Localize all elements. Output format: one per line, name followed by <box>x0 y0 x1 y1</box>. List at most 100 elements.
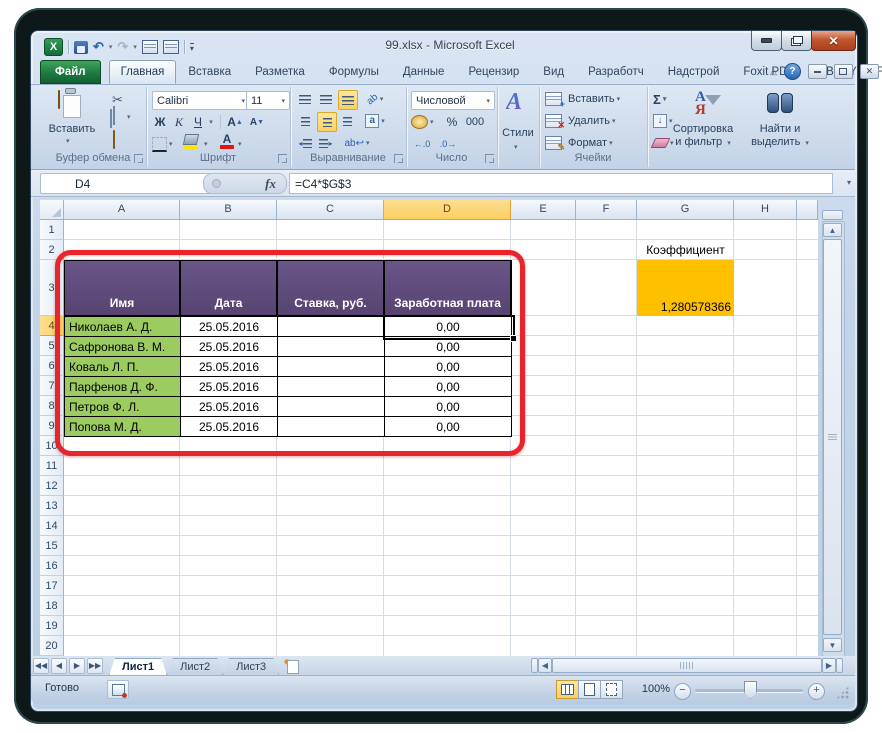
horizontal-split-handle2[interactable] <box>836 658 843 673</box>
shrink-font-button[interactable]: А ▼ <box>248 113 266 131</box>
redo-dropdown-icon[interactable]: ▾ <box>133 43 137 51</box>
undo-icon[interactable]: ↶ <box>93 40 104 54</box>
row-header-8[interactable]: 8 <box>40 396 64 416</box>
copy-dropdown-icon[interactable]: ▾ <box>127 113 131 121</box>
horizontal-scrollbar[interactable]: ◀ ▶ <box>531 658 843 673</box>
row-header-20[interactable]: 20 <box>40 636 64 656</box>
cell-A6[interactable]: Коваль Л. П. <box>65 357 181 377</box>
scroll-down-icon[interactable]: ▼ <box>823 638 842 652</box>
restore-button[interactable] <box>781 31 812 51</box>
sort-filter-label[interactable]: Сортировка и фильтр ▾ <box>665 123 741 150</box>
row-header-13[interactable]: 13 <box>40 496 64 516</box>
coefficient-label-cell[interactable]: Коэффициент <box>637 240 734 260</box>
font-family-select[interactable]: Calibri ▾ <box>152 91 250 110</box>
collapse-ribbon-icon[interactable]: △ <box>770 66 777 77</box>
row-header-4[interactable]: 4 <box>40 316 64 336</box>
row-header-5[interactable]: 5 <box>40 336 64 356</box>
cut-button[interactable]: ✂ <box>112 91 123 109</box>
cell-A9[interactable]: Попова М. Д. <box>65 417 181 437</box>
vertical-split-handle[interactable] <box>822 210 843 220</box>
column-header-D[interactable]: D <box>384 200 511 220</box>
zoom-slider-handle[interactable] <box>744 681 757 699</box>
column-header-E[interactable]: E <box>511 200 576 220</box>
print-preview-icon[interactable] <box>162 40 179 54</box>
ribbon-tab-9[interactable]: Надстрой <box>656 60 732 84</box>
cell-C4[interactable] <box>278 317 385 337</box>
cell-C6[interactable] <box>278 357 385 377</box>
font-color-button[interactable]: А <box>220 131 234 149</box>
underline-button[interactable]: Ч <box>190 113 206 131</box>
customize-qat-icon[interactable]: ▾ <box>189 42 194 52</box>
column-header-H[interactable]: H <box>734 200 797 220</box>
copy-button[interactable] <box>110 109 112 128</box>
merge-center-button[interactable]: a ▾ <box>364 112 386 130</box>
cell-C5[interactable] <box>278 337 385 357</box>
help-icon[interactable]: ? <box>783 63 801 80</box>
align-left-button[interactable] <box>296 112 314 130</box>
cell-A4[interactable]: Николаев А. Д. <box>65 317 181 337</box>
formula-input[interactable]: =C4*$G$3 <box>289 173 833 194</box>
ribbon-tab-7[interactable]: Вид <box>531 60 576 84</box>
accounting-format-button[interactable]: ▾ <box>411 113 434 131</box>
scroll-up-icon[interactable]: ▲ <box>823 223 842 237</box>
undo-dropdown-icon[interactable]: ▾ <box>109 43 113 51</box>
scroll-right-icon[interactable]: ▶ <box>822 658 836 673</box>
styles-button[interactable]: A <box>506 89 522 116</box>
column-header-partial[interactable] <box>797 200 818 220</box>
horizontal-scrollbar-thumb[interactable] <box>552 658 822 673</box>
orientation-button[interactable]: ab ▾ <box>364 90 386 108</box>
italic-button[interactable]: К <box>171 113 187 131</box>
save-icon[interactable] <box>74 40 88 54</box>
format-cells-button[interactable]: ✎ Формат ▾ <box>545 134 613 152</box>
find-select-label[interactable]: Найти и выделить ▾ <box>747 123 813 150</box>
cell-B6[interactable]: 25.05.2016 <box>181 357 278 377</box>
font-size-select[interactable]: 11 ▾ <box>246 91 290 110</box>
font-dialog-launcher-icon[interactable] <box>278 154 287 163</box>
insert-cells-button[interactable]: + Вставить ▾ <box>545 90 620 109</box>
column-header-C[interactable]: C <box>277 200 384 220</box>
cell-D5[interactable]: 0,00 <box>385 337 512 357</box>
ribbon-tab-8[interactable]: Разработч <box>576 60 656 84</box>
zoom-level[interactable]: 100% <box>642 683 670 695</box>
touch-mode-icon[interactable] <box>141 40 158 54</box>
workbook-restore-button[interactable] <box>833 64 853 79</box>
cell-A7[interactable]: Парфенов Д. Ф. <box>65 377 181 397</box>
horizontal-split-handle[interactable] <box>531 658 538 673</box>
find-select-button[interactable] <box>767 93 793 113</box>
delete-cells-button[interactable]: ✕ Удалить ▾ <box>545 112 616 130</box>
ribbon-tab-1[interactable]: Главная <box>108 60 177 84</box>
format-painter-button[interactable] <box>113 130 115 149</box>
redo-icon[interactable]: ↷ <box>117 40 128 54</box>
row-header-19[interactable]: 19 <box>40 616 64 636</box>
number-dialog-launcher-icon[interactable] <box>485 154 494 163</box>
select-all-corner[interactable] <box>40 200 64 220</box>
ribbon-tab-4[interactable]: Формулы <box>317 60 391 84</box>
fill-color-dropdown-icon[interactable]: ▾ <box>204 135 208 153</box>
cell-A8[interactable]: Петров Ф. Л. <box>65 397 181 417</box>
zoom-out-icon[interactable]: − <box>674 683 691 700</box>
cell-B8[interactable]: 25.05.2016 <box>181 397 278 417</box>
clipboard-dialog-launcher-icon[interactable] <box>134 154 143 163</box>
active-cell-selection[interactable] <box>383 315 517 342</box>
row-header-1[interactable]: 1 <box>40 220 64 240</box>
styles-label[interactable]: Стили <box>497 127 539 140</box>
row-header-16[interactable]: 16 <box>40 556 64 576</box>
paste-dropdown-icon[interactable]: ▾ <box>66 137 70 145</box>
row-header-9[interactable]: 9 <box>40 416 64 436</box>
sheet-tab-Лист3[interactable]: Лист3 <box>223 658 279 676</box>
excel-logo-icon[interactable]: X <box>44 38 63 56</box>
workbook-close-button[interactable]: ✕ <box>859 64 879 79</box>
expand-formula-bar-icon[interactable]: ▾ <box>847 178 851 187</box>
row-header-10[interactable]: 10 <box>40 436 64 456</box>
insert-worksheet-icon[interactable]: ✸ <box>283 657 305 674</box>
page-layout-view-button[interactable] <box>578 680 601 699</box>
paste-label[interactable]: Вставить <box>42 123 102 135</box>
bold-button[interactable]: Ж <box>152 113 168 131</box>
column-header-G[interactable]: G <box>637 200 734 220</box>
workbook-minimize-button[interactable] <box>807 64 827 79</box>
alignment-dialog-launcher-icon[interactable] <box>394 154 403 163</box>
page-break-view-button[interactable] <box>600 680 623 699</box>
row-header-12[interactable]: 12 <box>40 476 64 496</box>
cell-B7[interactable]: 25.05.2016 <box>181 377 278 397</box>
zoom-in-icon[interactable]: + <box>808 683 825 700</box>
